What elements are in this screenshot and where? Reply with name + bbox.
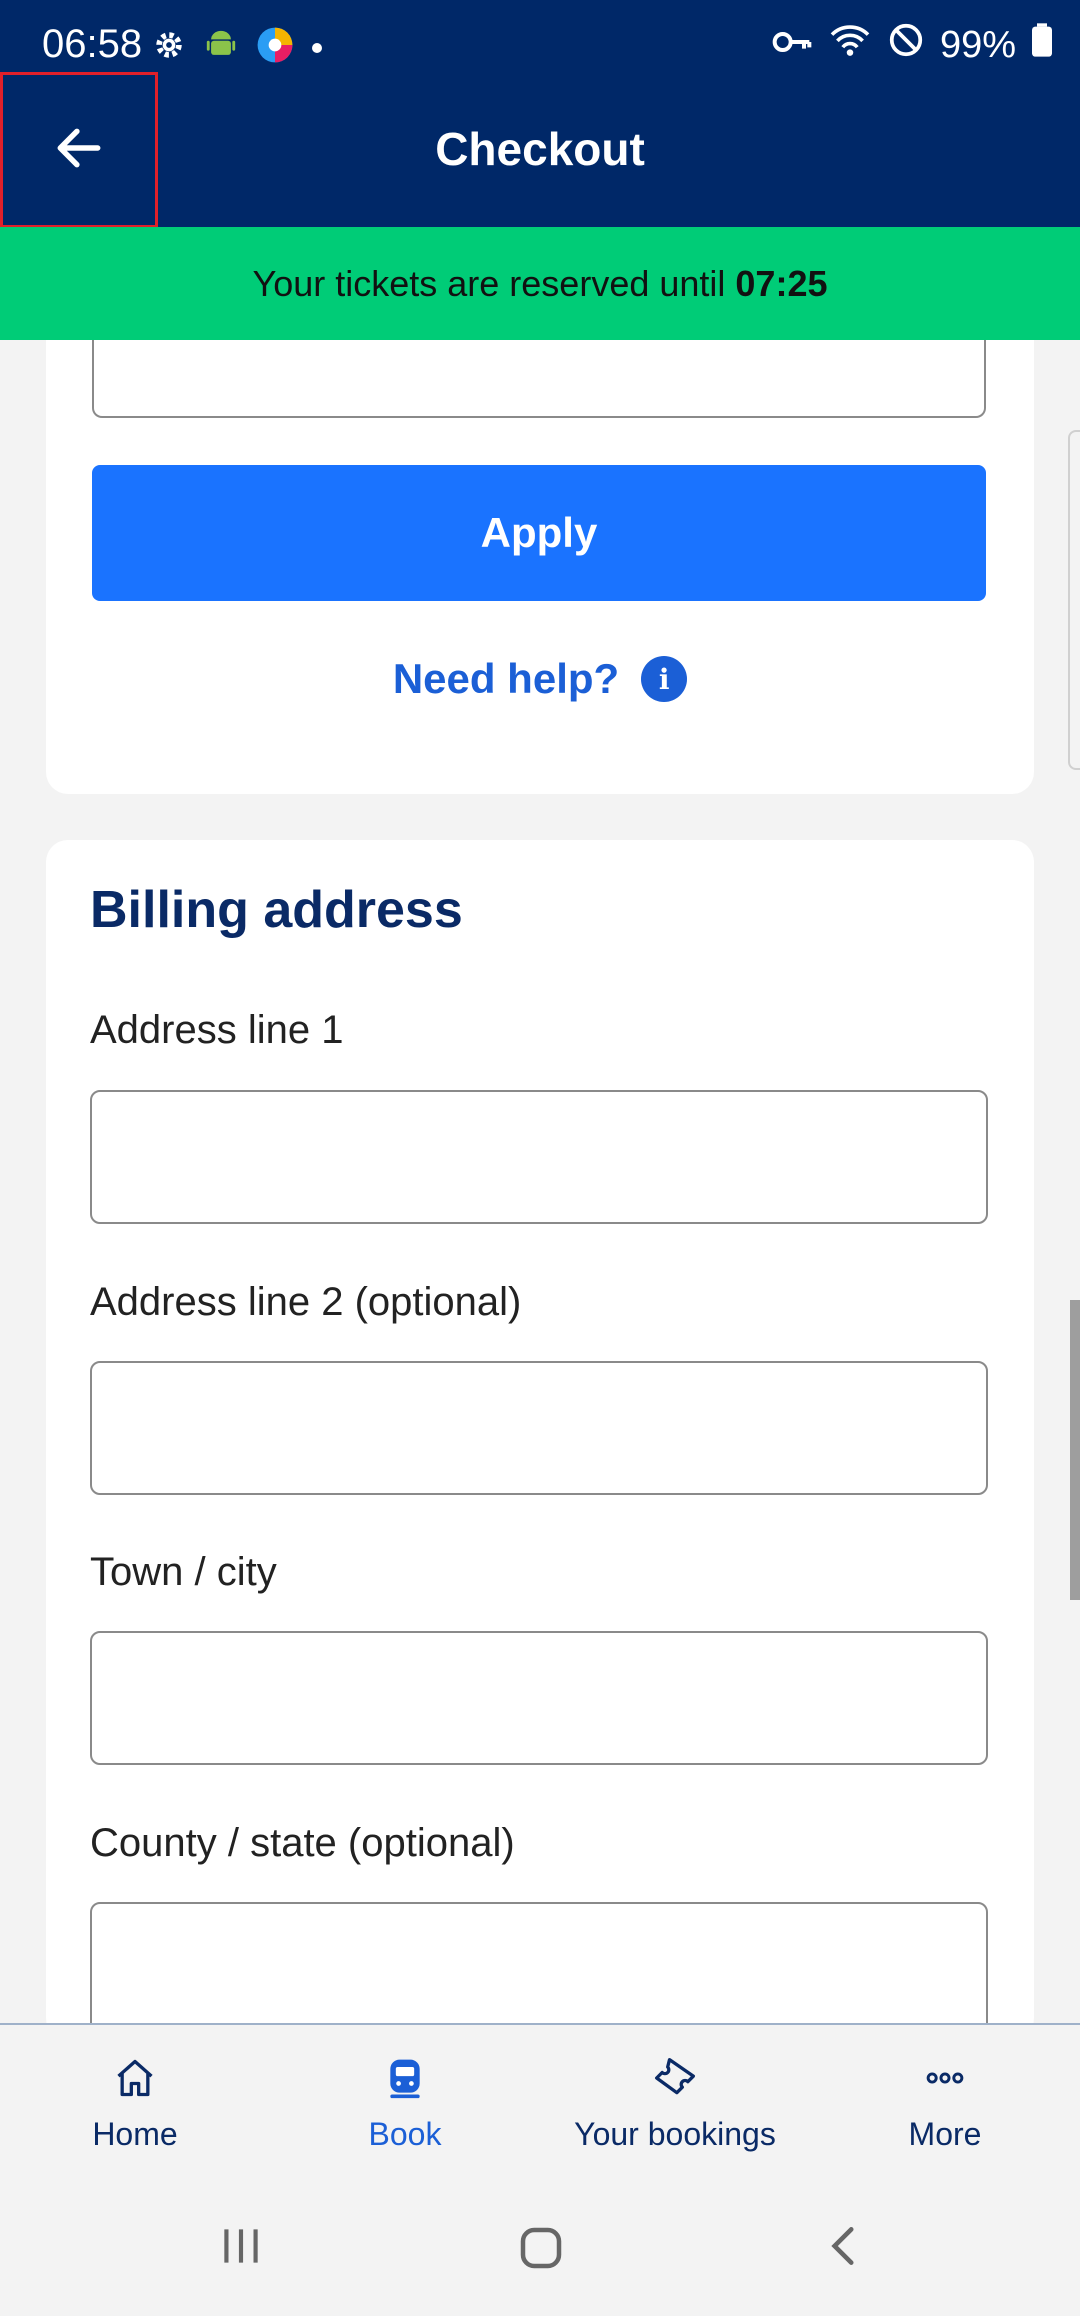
recent-apps-icon[interactable] [216, 2221, 266, 2276]
battery-icon [1032, 23, 1052, 67]
do-not-disturb-icon [888, 22, 924, 68]
nav-your-bookings[interactable]: Your bookings [540, 2025, 810, 2183]
battery-text: 99% [939, 23, 1016, 66]
address-line-1-label: Address line 1 [90, 1008, 344, 1052]
need-help-label: Need help? [392, 655, 620, 702]
system-navigation-bar [0, 2181, 1080, 2316]
need-help-link[interactable]: Need help? i [46, 655, 1034, 703]
wifi-icon [828, 22, 872, 68]
train-icon [383, 2056, 427, 2108]
status-time: 06:58 [42, 22, 143, 66]
status-bar: 06:58 99% [0, 0, 1080, 92]
more-dots-icon [923, 2056, 967, 2108]
page-title: Checkout [435, 123, 645, 175]
county-state-input[interactable] [90, 1902, 988, 2036]
back-button[interactable] [0, 72, 158, 228]
back-system-icon[interactable] [820, 2221, 870, 2276]
scrollbar[interactable] [1070, 1300, 1080, 1600]
app-bar: Checkout [0, 92, 1080, 227]
reservation-text: Your tickets are reserved until [252, 262, 726, 304]
billing-address-card: Billing address Address line 1 Address l… [46, 840, 1034, 2040]
apply-button[interactable]: Apply [92, 465, 986, 601]
status-icons-right: 99% [772, 22, 1052, 68]
nav-more[interactable]: More [810, 2025, 1080, 2183]
home-system-icon[interactable] [514, 2221, 568, 2280]
side-scroll-indicator [1068, 430, 1080, 770]
nav-your-bookings-label: Your bookings [574, 2115, 776, 2152]
ticket-icon [653, 2056, 697, 2108]
arrow-left-icon [54, 123, 104, 178]
reservation-banner: Your tickets are reserved until 07:25 [0, 227, 1080, 340]
info-icon: i [641, 656, 688, 702]
promo-code-card: Apply Need help? i [46, 300, 1034, 794]
nav-more-label: More [908, 2115, 982, 2152]
dot-icon [312, 42, 322, 53]
nav-home-label: Home [92, 2115, 178, 2152]
address-line-1-input[interactable] [90, 1090, 988, 1224]
home-icon [113, 2056, 157, 2108]
android-icon [204, 28, 238, 67]
town-city-input[interactable] [90, 1631, 988, 1765]
key-icon [772, 24, 812, 67]
status-icons-left [152, 26, 322, 69]
nav-book[interactable]: Book [270, 2025, 540, 2183]
gear-icon [152, 28, 186, 67]
nav-book-label: Book [368, 2115, 442, 2152]
nav-home[interactable]: Home [0, 2025, 270, 2183]
billing-heading: Billing address [90, 881, 463, 939]
town-city-label: Town / city [90, 1550, 277, 1594]
edge-browser-icon [256, 26, 294, 69]
bottom-navigation: Home Book Your bookings More [0, 2023, 1080, 2183]
address-line-2-label: Address line 2 (optional) [90, 1280, 522, 1324]
reservation-time: 07:25 [735, 262, 828, 304]
county-state-label: County / state (optional) [90, 1821, 515, 1865]
address-line-2-input[interactable] [90, 1361, 988, 1495]
